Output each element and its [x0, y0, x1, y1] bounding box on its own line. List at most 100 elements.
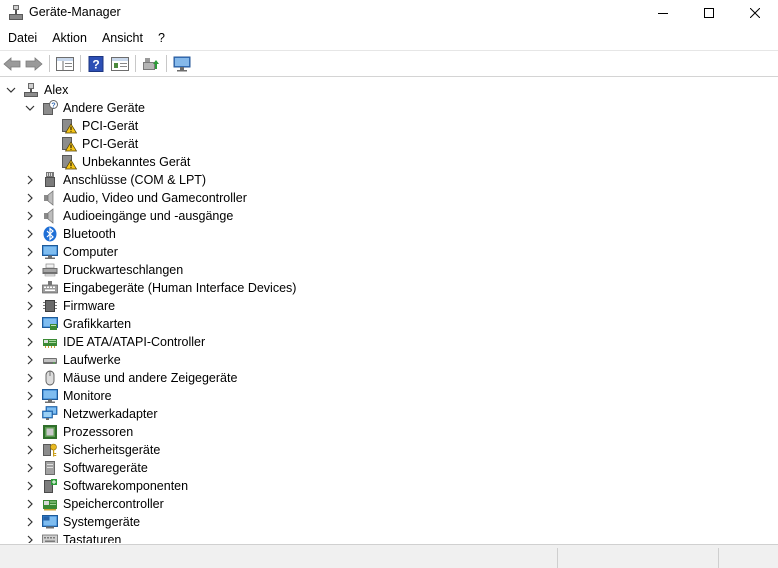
- tree-category-storage-controllers[interactable]: Speichercontroller: [0, 495, 760, 513]
- tree-category-bluetooth[interactable]: Bluetooth: [0, 225, 760, 243]
- chevron-right-icon[interactable]: [24, 354, 36, 366]
- tree-root-label: Alex: [44, 83, 69, 97]
- tree-category-label: Mäuse und andere Zeigegeräte: [63, 371, 238, 385]
- chevron-right-icon[interactable]: [24, 174, 36, 186]
- chevron-right-icon[interactable]: [24, 282, 36, 294]
- tree-group-other-devices[interactable]: ? Andere Geräte: [0, 99, 760, 117]
- tree-category-software-components[interactable]: Softwarekomponenten: [0, 477, 760, 495]
- tree-category-label: Laufwerke: [63, 353, 121, 367]
- warning-device-icon: [62, 155, 77, 170]
- chevron-right-icon[interactable]: [24, 264, 36, 276]
- scan-hardware-button[interactable]: [172, 54, 192, 74]
- chevron-right-icon[interactable]: [24, 390, 36, 402]
- security-device-icon: [43, 443, 57, 457]
- help-icon: ?: [88, 56, 104, 72]
- tree-category-label: Tastaturen: [63, 533, 122, 543]
- status-bar-divider: [718, 548, 719, 568]
- tree-category-audio-io[interactable]: Audioeingänge und -ausgänge: [0, 207, 760, 225]
- warning-device-icon: [62, 119, 77, 134]
- menu-help[interactable]: ?: [150, 28, 172, 48]
- tree-category-graphics[interactable]: Grafikkarten: [0, 315, 760, 333]
- menu-bar: Datei Aktion Ansicht ?: [0, 28, 172, 48]
- title-bar: Geräte-Manager: [0, 0, 778, 26]
- tree-device-pci-2[interactable]: PCI-Gerät: [0, 135, 760, 153]
- tree-device-pci-1[interactable]: PCI-Gerät: [0, 117, 760, 135]
- chevron-right-icon[interactable]: [24, 480, 36, 492]
- tree-category-hid[interactable]: Eingabegeräte (Human Interface Devices): [0, 279, 760, 297]
- toolbar-separator: [135, 55, 136, 72]
- show-hide-console-tree-button[interactable]: [55, 54, 75, 74]
- storage-controller-icon: [43, 500, 57, 511]
- chevron-right-icon[interactable]: [24, 246, 36, 258]
- chevron-right-icon[interactable]: [24, 444, 36, 456]
- chevron-right-icon[interactable]: [24, 498, 36, 510]
- tree-category-label: Prozessoren: [63, 425, 134, 439]
- ide-controller-icon: [43, 339, 57, 348]
- tree-category-processors[interactable]: Prozessoren: [0, 423, 760, 441]
- chevron-right-icon[interactable]: [24, 408, 36, 420]
- monitor-icon: [42, 389, 58, 403]
- menu-datei[interactable]: Datei: [0, 28, 44, 48]
- speaker-icon: [44, 208, 54, 224]
- tree-category-mice[interactable]: Mäuse und andere Zeigegeräte: [0, 369, 760, 387]
- device-manager-icon: [9, 5, 23, 20]
- device-tree[interactable]: Alex ? Andere Geräte PCI-Gerät PCI-Gerät: [0, 81, 778, 543]
- svg-text:?: ?: [92, 58, 99, 72]
- chevron-right-icon[interactable]: [24, 300, 36, 312]
- chevron-down-icon[interactable]: [24, 102, 36, 114]
- chevron-right-icon[interactable]: [24, 372, 36, 384]
- tree-category-label: Grafikkarten: [63, 317, 132, 331]
- tree-category-network[interactable]: Netzwerkadapter: [0, 405, 760, 423]
- toolbar-divider: [0, 76, 778, 77]
- help-button[interactable]: ?: [86, 54, 106, 74]
- tree-category-firmware[interactable]: Firmware: [0, 297, 760, 315]
- chevron-right-icon[interactable]: [24, 516, 36, 528]
- display-adapter-icon: [42, 317, 58, 330]
- window-title: Geräte-Manager: [29, 5, 121, 19]
- disk-drive-icon: [43, 358, 57, 364]
- minimize-button[interactable]: [640, 0, 686, 26]
- tree-category-label: IDE ATA/ATAPI-Controller: [63, 335, 206, 349]
- status-bar-divider: [557, 548, 558, 568]
- warning-device-icon: [62, 137, 77, 152]
- tree-category-audio-video[interactable]: Audio, Video und Gamecontroller: [0, 189, 760, 207]
- menu-ansicht[interactable]: Ansicht: [94, 28, 150, 48]
- tree-category-drives[interactable]: Laufwerke: [0, 351, 760, 369]
- chevron-down-icon[interactable]: [5, 84, 17, 96]
- tree-category-software-devices[interactable]: Softwaregeräte: [0, 459, 760, 477]
- maximize-button[interactable]: [686, 0, 732, 26]
- bluetooth-icon: [43, 226, 57, 242]
- tree-category-label: Bluetooth: [63, 227, 116, 241]
- tree-category-ide[interactable]: IDE ATA/ATAPI-Controller: [0, 333, 760, 351]
- forward-button[interactable]: [24, 54, 44, 74]
- chevron-right-icon[interactable]: [24, 192, 36, 204]
- properties-button[interactable]: [110, 54, 130, 74]
- tree-category-label: Computer: [63, 245, 118, 259]
- chevron-right-icon[interactable]: [24, 318, 36, 330]
- chevron-right-icon[interactable]: [24, 534, 36, 543]
- toolbar-separator: [166, 55, 167, 72]
- chevron-right-icon[interactable]: [24, 426, 36, 438]
- tree-root[interactable]: Alex: [0, 81, 760, 99]
- unknown-device-icon: ?: [43, 100, 58, 115]
- close-button[interactable]: [732, 0, 778, 26]
- tree-category-computer[interactable]: Computer: [0, 243, 760, 261]
- chevron-right-icon[interactable]: [24, 210, 36, 222]
- toolbar-separator: [49, 55, 50, 72]
- tree-category-security[interactable]: Sicherheitsgeräte: [0, 441, 760, 459]
- tree-category-system-devices[interactable]: Systemgeräte: [0, 513, 760, 531]
- tree-category-print-queues[interactable]: Druckwarteschlangen: [0, 261, 760, 279]
- tree-category-keyboards[interactable]: Tastaturen: [0, 531, 760, 543]
- tree-category-label: Firmware: [63, 299, 116, 313]
- chevron-right-icon[interactable]: [24, 228, 36, 240]
- mouse-icon: [45, 370, 55, 386]
- tree-category-monitors[interactable]: Monitore: [0, 387, 760, 405]
- tree-device-unknown[interactable]: Unbekanntes Gerät: [0, 153, 760, 171]
- chevron-right-icon[interactable]: [24, 462, 36, 474]
- hid-icon: [42, 281, 58, 294]
- chevron-right-icon[interactable]: [24, 336, 36, 348]
- menu-aktion[interactable]: Aktion: [44, 28, 94, 48]
- tree-category-ports[interactable]: Anschlüsse (COM & LPT): [0, 171, 760, 189]
- update-driver-button[interactable]: [141, 54, 161, 74]
- back-button[interactable]: [2, 54, 22, 74]
